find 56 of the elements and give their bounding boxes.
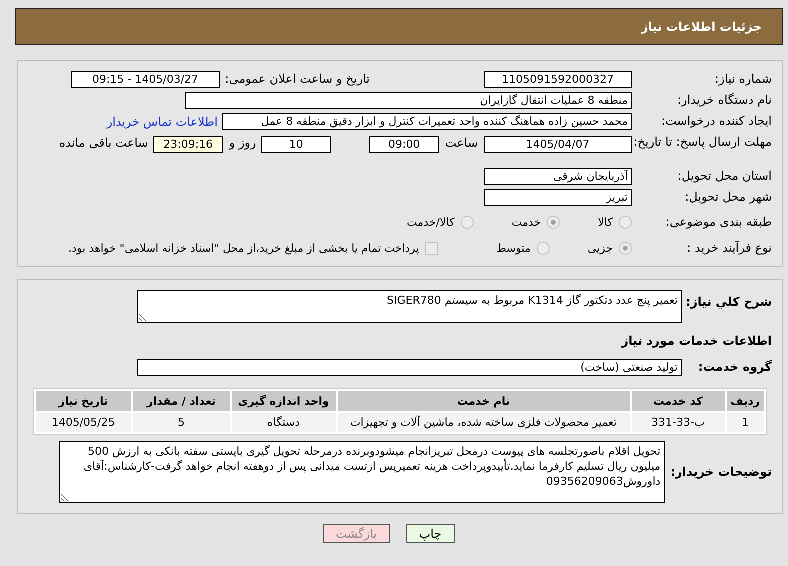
radio-button[interactable]	[619, 216, 632, 228]
announce-date-field: 1405/03/27 - 09:15	[71, 71, 220, 88]
remaining-label: ساعت باقی مانده	[59, 136, 148, 150]
field-label: شهر محل تحویل:	[684, 191, 773, 204]
contact-link[interactable]: اطلاعات تماس خریدار	[106, 114, 218, 128]
radio-button[interactable]	[460, 216, 474, 228]
field-label: شرح کلي نياز:	[685, 294, 773, 309]
page-title: جزئیات اطلاعات نیاز	[641, 20, 762, 34]
option-label: جزیی	[588, 242, 613, 254]
print-button[interactable]: چاپ	[406, 524, 455, 543]
description-field[interactable]: تعمیر پنج عدد دتکتور گاز K1314 مربوط به سیستم SIGER780	[137, 290, 682, 323]
creator-field: محمد حسین زاده هماهنگ کننده واحد تعمیرات کنترل و ابزار دقیق منطقه 8 عمل	[222, 113, 632, 130]
field-label: توضیحات خریدار:	[670, 465, 773, 479]
city-field: تبریز	[484, 189, 632, 206]
column-header: کد خدمت	[632, 391, 725, 411]
days-field: 10	[261, 136, 332, 153]
option-label: خدمت	[512, 216, 542, 228]
table-cell: 5	[133, 413, 230, 432]
table-cell: 1405/05/25	[36, 413, 132, 432]
field-label: شماره نیاز:	[714, 73, 773, 86]
field-label: نام دستگاه خریدار:	[676, 94, 773, 107]
column-header: تاریخ نیاز	[36, 391, 132, 411]
radio-button[interactable]	[619, 242, 632, 254]
table-cell: ب-33-331	[632, 413, 725, 432]
option-label: کالا	[598, 216, 613, 228]
days-label: روز و	[229, 136, 256, 150]
column-header: واحد اندازه گیری	[232, 391, 336, 411]
service-group-field: تولید صنعتی (ساخت)	[137, 358, 682, 376]
radio-button[interactable]	[536, 242, 550, 254]
notes-field[interactable]: تحویل اقلام باصورتجلسه های پیوست درمحل تبریزانجام میشودوبرنده درمرحله تحویل گیری بایستی سفته بانکی به ارزش 500 میلیون ریال تسلیم کارفرما نماید.تأییدوپرداخت هزینه تعمیرپس ازتست میدانی پس از دوهفته انجام خواهد گرفت-کارشناس:آقای داوروش09356209063	[58, 441, 665, 503]
table-cell: تعمیر محصولات فلزی ساخته شده، ماشین آلات و تجهیزات	[338, 413, 630, 432]
field-label: نوع فرآیند خرید :	[686, 242, 773, 254]
option-label: کالا/خدمت	[407, 216, 455, 228]
province-field: آذربایجان شرقی	[484, 168, 632, 185]
option-label: متوسط	[496, 242, 531, 254]
deadline-time-field: 09:00	[369, 136, 440, 153]
deadline-date-field: 1405/04/07	[484, 136, 632, 153]
column-header: نام خدمت	[338, 391, 630, 411]
field-label: استان محل تحویل:	[676, 170, 773, 183]
field-label: تاریخ و ساعت اعلان عمومی:	[224, 73, 371, 86]
time-label: ساعت	[445, 136, 478, 150]
radio-button[interactable]	[547, 216, 560, 228]
field-label: مهلت ارسال پاسخ: تا تاریخ:	[632, 136, 773, 149]
field-label: گروه خدمت:	[697, 360, 773, 374]
checkbox[interactable]	[425, 242, 438, 254]
table-cell: 1	[726, 413, 764, 432]
table-cell: دستگاه	[232, 413, 336, 432]
field-label: ایجاد کننده درخواست:	[660, 115, 773, 128]
field-label: طبقه بندی موضوعی:	[664, 216, 773, 228]
payment-label: پرداخت تمام یا بخشی از مبلغ خرید،از محل "اسناد خزانه اسلامی" خواهد بود.	[68, 242, 420, 254]
column-header: ردیف	[726, 391, 764, 411]
need-number-field: 1105091592000327	[484, 71, 632, 88]
column-header: تعداد / مقدار	[133, 391, 230, 411]
buyer-field: منطقه 8 عملیات انتقال گازایران	[185, 92, 632, 109]
remaining-time-field: 23:09:16	[153, 136, 224, 153]
section-title: اطلاعات خدمات مورد نیاز	[622, 334, 773, 348]
